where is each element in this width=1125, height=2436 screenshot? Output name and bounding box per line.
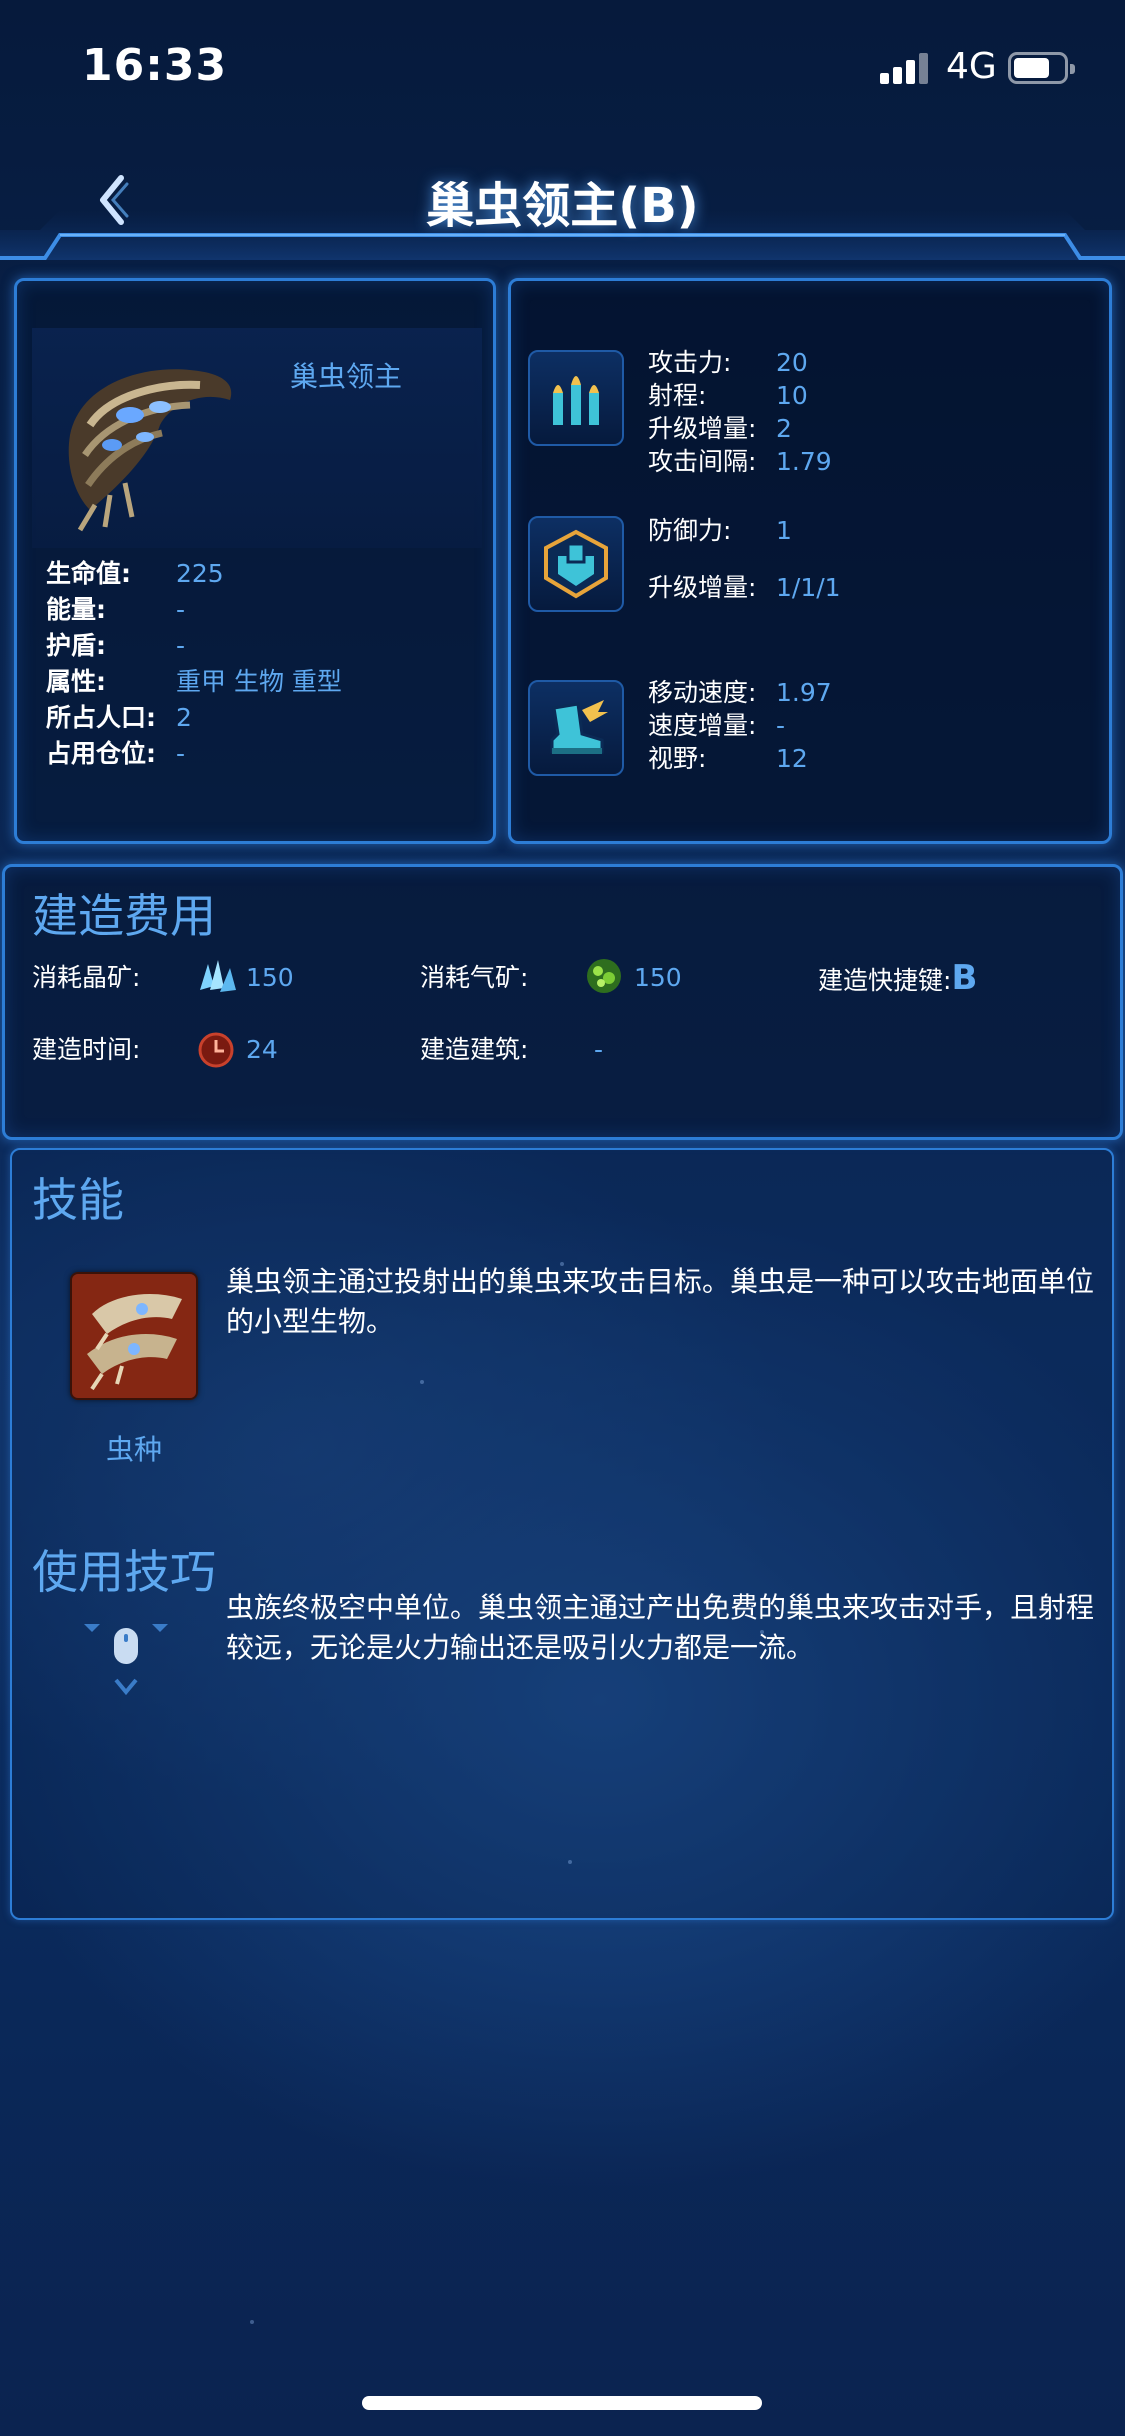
stat-value: 2 (776, 414, 792, 443)
stat-label: 移动速度: (648, 678, 757, 707)
cost-label: 消耗气矿: (420, 963, 529, 992)
background-speck (760, 1630, 764, 1634)
stat-value: - (176, 739, 186, 768)
cost-value: 150 (634, 963, 682, 992)
stat-label: 护盾: (46, 631, 106, 660)
stat-label: 属性: (46, 667, 106, 696)
unit-name: 巢虫领主 (290, 360, 403, 393)
build-building: 建造建筑: (420, 1030, 528, 1070)
status-time: 16:33 (82, 40, 228, 91)
page-title: 巢虫领主(B) (426, 178, 699, 234)
skill-name: 虫种 (105, 1433, 162, 1466)
background-speck (420, 1380, 424, 1384)
ammo-icon (528, 350, 624, 446)
cost-label: 建造快捷键: (818, 966, 952, 995)
hotkey-value: B (951, 958, 978, 998)
network-type: 4G (946, 46, 997, 87)
home-indicator[interactable] (362, 2396, 762, 2410)
stat-value: 20 (776, 348, 808, 377)
armor-icon (528, 516, 624, 612)
background-speck (568, 1860, 572, 1864)
minerals-value: 150 (246, 958, 294, 998)
tips-section-title: 使用技巧 (32, 1545, 216, 1599)
skills-section-title: 技能 (32, 1173, 124, 1227)
stat-value: - (176, 595, 186, 624)
stat-label: 防御力: (648, 516, 732, 545)
stat-value: 重甲 生物 重型 (176, 667, 342, 696)
stat-value: 225 (176, 559, 224, 588)
stat-label: 速度增量: (648, 711, 757, 740)
stat-label: 升级增量: (648, 414, 757, 443)
build-time: 建造时间: (32, 1030, 140, 1070)
unit-portrait (68, 369, 232, 532)
background-speck (560, 1262, 564, 1266)
stat-value: 1.79 (776, 447, 832, 476)
build-time-value: 24 (246, 1030, 278, 1070)
mouse-icon (84, 1624, 168, 1696)
status-bar: 16:33 4G (0, 0, 1125, 140)
stat-label: 能量: (46, 595, 106, 624)
build-building-value: - (594, 1030, 603, 1070)
cost-label: 建造时间: (32, 1035, 141, 1064)
stat-label: 所占人口: (46, 703, 156, 732)
clock-icon (198, 1032, 234, 1068)
stat-label: 射程: (648, 381, 707, 410)
nav-bar: 巢虫领主(B) (0, 140, 1125, 260)
cost-value: - (594, 1035, 604, 1064)
cost-value: 150 (246, 963, 294, 992)
stat-label: 攻击力: (648, 348, 732, 377)
stat-label: 生命值: (46, 559, 131, 588)
stat-value: 10 (776, 381, 808, 410)
cost-label: 建造建筑: (420, 1035, 529, 1064)
hotkey: 建造快捷键:B (818, 958, 977, 998)
stat-label: 视野: (648, 744, 707, 773)
stat-label: 占用仓位: (46, 739, 156, 768)
stat-value: 1 (776, 516, 792, 545)
mineral-icon (200, 960, 236, 992)
minerals-cost: 消耗晶矿: (32, 958, 140, 998)
signal-icon (880, 52, 932, 84)
stat-value: 2 (176, 703, 192, 732)
cost-section-title: 建造费用 (32, 889, 216, 943)
boot-icon (528, 680, 624, 776)
stat-label: 攻击间隔: (648, 447, 757, 476)
battery-icon (1008, 52, 1075, 84)
stat-value: - (176, 631, 186, 660)
gas-icon (587, 959, 621, 993)
skill-icon-broodling[interactable] (70, 1272, 198, 1400)
stat-value: 1.97 (776, 678, 832, 707)
gas-cost: 消耗气矿: (420, 958, 528, 998)
stat-label: 升级增量: (648, 573, 757, 602)
cost-value: 24 (246, 1035, 278, 1064)
stat-value: - (776, 711, 786, 740)
cost-label: 消耗晶矿: (32, 963, 141, 992)
stat-value: 1/1/1 (776, 573, 841, 602)
gas-value: 150 (634, 958, 682, 998)
skill-description: 巢虫领主通过投射出的巢虫来攻击目标。巢虫是一种可以攻击地面单位的小型生物。 (226, 1265, 1095, 1338)
tips-description: 虫族终极空中单位。巢虫领主通过产出免费的巢虫来攻击对手，且射程较远，无论是火力输… (226, 1591, 1095, 1664)
stat-value: 12 (776, 744, 808, 773)
background-speck (250, 2320, 254, 2324)
